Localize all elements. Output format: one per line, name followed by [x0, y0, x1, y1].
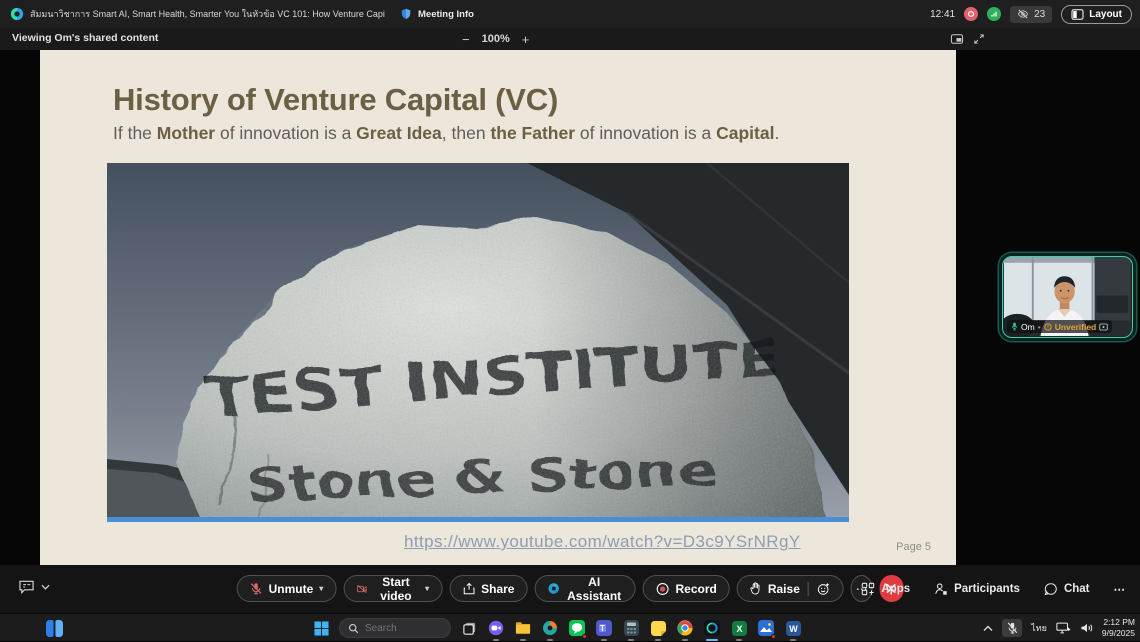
ai-assistant-icon — [547, 581, 559, 596]
meeting-control-bar: Unmute ▾ Start video ▾ Share AI Assistan… — [0, 565, 1140, 613]
search-input[interactable] — [365, 623, 435, 634]
unmute-button[interactable]: Unmute ▾ — [237, 575, 337, 602]
raise-hand-icon — [750, 582, 762, 595]
chat-bubble-icon — [1044, 582, 1058, 596]
apps-button[interactable]: Apps — [861, 582, 910, 596]
mic-on-icon — [1011, 322, 1018, 331]
taskbar-pinned-app-icon[interactable] — [45, 619, 63, 637]
start-video-button[interactable]: Start video ▾ — [343, 575, 442, 602]
tray-clock[interactable]: 2:12 PM 9/9/2025 — [1102, 617, 1135, 638]
language-indicator[interactable]: ไทย — [1031, 621, 1047, 635]
captions-icon[interactable] — [18, 579, 35, 594]
unmute-menu-chevron[interactable]: ▾ — [319, 584, 323, 593]
picture-in-picture-icon[interactable] — [950, 33, 964, 45]
mic-muted-icon — [250, 582, 263, 595]
youtube-link[interactable]: https://www.youtube.com/watch?v=D3c9YSrN… — [404, 532, 801, 552]
window-titlebar: สัมมนาวิชาการ Smart AI, Smart Health, Sm… — [0, 0, 1140, 28]
sticky-notes-icon[interactable] — [649, 619, 667, 637]
meeting-title: สัมมนาวิชาการ Smart AI, Smart Health, Sm… — [30, 7, 385, 21]
participant-name-label: Om • Unverified — [1007, 320, 1112, 333]
record-icon — [656, 582, 670, 596]
chevron-down-icon[interactable] — [41, 584, 50, 590]
raise-divider — [808, 582, 809, 596]
teams-icon[interactable]: T — [595, 619, 613, 637]
layout-button[interactable]: Layout — [1061, 5, 1132, 24]
attendee-count-chip[interactable]: 23 — [1010, 6, 1052, 23]
chrome-icon[interactable] — [676, 619, 694, 637]
photos-icon[interactable] — [757, 619, 775, 637]
app-icon-orange-teal[interactable] — [541, 619, 559, 637]
line-app-icon[interactable] — [568, 619, 586, 637]
volume-icon[interactable] — [1080, 622, 1093, 634]
chat-button[interactable]: Chat — [1044, 582, 1090, 596]
unverified-icon — [1044, 323, 1052, 331]
svg-text:X: X — [736, 624, 742, 634]
stone-photo: TEST INSTITUTE Stone & Stone — [107, 163, 849, 522]
zoom-level-value: 100% — [482, 33, 510, 45]
apps-grid-icon — [861, 582, 875, 596]
record-button[interactable]: Record — [643, 575, 730, 602]
overflow-menu-button[interactable]: ⋯ — [1114, 582, 1127, 596]
participant-video-tile[interactable]: Om • Unverified — [1002, 256, 1133, 338]
meeting-info-button[interactable]: Meeting Info — [400, 0, 474, 28]
task-view-icon[interactable] — [460, 619, 478, 637]
sharing-indicator-icon — [1099, 323, 1108, 331]
connection-indicator-icon — [987, 7, 1001, 21]
svg-text:W: W — [789, 624, 798, 634]
share-button[interactable]: Share — [449, 575, 527, 602]
layout-icon — [1071, 9, 1084, 20]
eye-off-icon — [1017, 9, 1029, 19]
participants-button[interactable]: Participants — [934, 582, 1020, 596]
tray-mic-muted-icon[interactable] — [1002, 619, 1022, 637]
webex-logo-icon — [10, 7, 24, 21]
zoom-out-button[interactable]: − — [462, 32, 470, 47]
calculator-icon[interactable] — [622, 619, 640, 637]
excel-icon[interactable]: X — [730, 619, 748, 637]
app-icon-camera-purple[interactable] — [487, 619, 505, 637]
reactions-icon[interactable] — [817, 582, 831, 596]
slide-heading: History of Venture Capital (VC) — [113, 82, 558, 118]
shared-content-stage: History of Venture Capital (VC) If the M… — [0, 50, 1140, 565]
recording-indicator-icon — [964, 7, 978, 21]
shield-icon — [400, 8, 412, 20]
video-progress-bar — [107, 517, 849, 522]
start-button[interactable] — [312, 619, 330, 637]
participants-icon — [934, 582, 948, 596]
video-menu-chevron[interactable]: ▾ — [425, 584, 429, 593]
zoom-in-button[interactable]: + — [522, 32, 530, 47]
presentation-slide: History of Venture Capital (VC) If the M… — [40, 50, 956, 565]
viewing-label: Viewing Om's shared content — [12, 32, 158, 44]
meeting-elapsed-time: 12:41 — [930, 9, 955, 20]
expand-icon[interactable] — [973, 33, 985, 45]
file-explorer-icon[interactable] — [514, 619, 532, 637]
windows-taskbar: T X W — [0, 613, 1140, 641]
ai-assistant-button[interactable]: AI Assistant — [534, 575, 635, 602]
search-icon — [348, 623, 359, 634]
windows-logo-icon — [314, 621, 329, 636]
page-number: Page 5 — [896, 541, 931, 553]
shared-content-bar: Viewing Om's shared content − 100% + — [0, 28, 1140, 50]
slide-video-frame: TEST INSTITUTE Stone & Stone — [107, 163, 849, 522]
svg-text:T: T — [600, 624, 605, 633]
webex-app-icon[interactable] — [703, 619, 721, 637]
tray-chevron-up-icon[interactable] — [983, 625, 993, 632]
camera-muted-icon — [356, 583, 366, 595]
share-icon — [462, 582, 475, 595]
taskbar-search[interactable] — [339, 618, 451, 638]
slide-subtitle: If the Mother of innovation is a Great I… — [113, 123, 779, 144]
network-icon[interactable] — [1056, 622, 1071, 634]
word-icon[interactable]: W — [784, 619, 802, 637]
raise-hand-button[interactable]: Raise — [737, 575, 844, 602]
